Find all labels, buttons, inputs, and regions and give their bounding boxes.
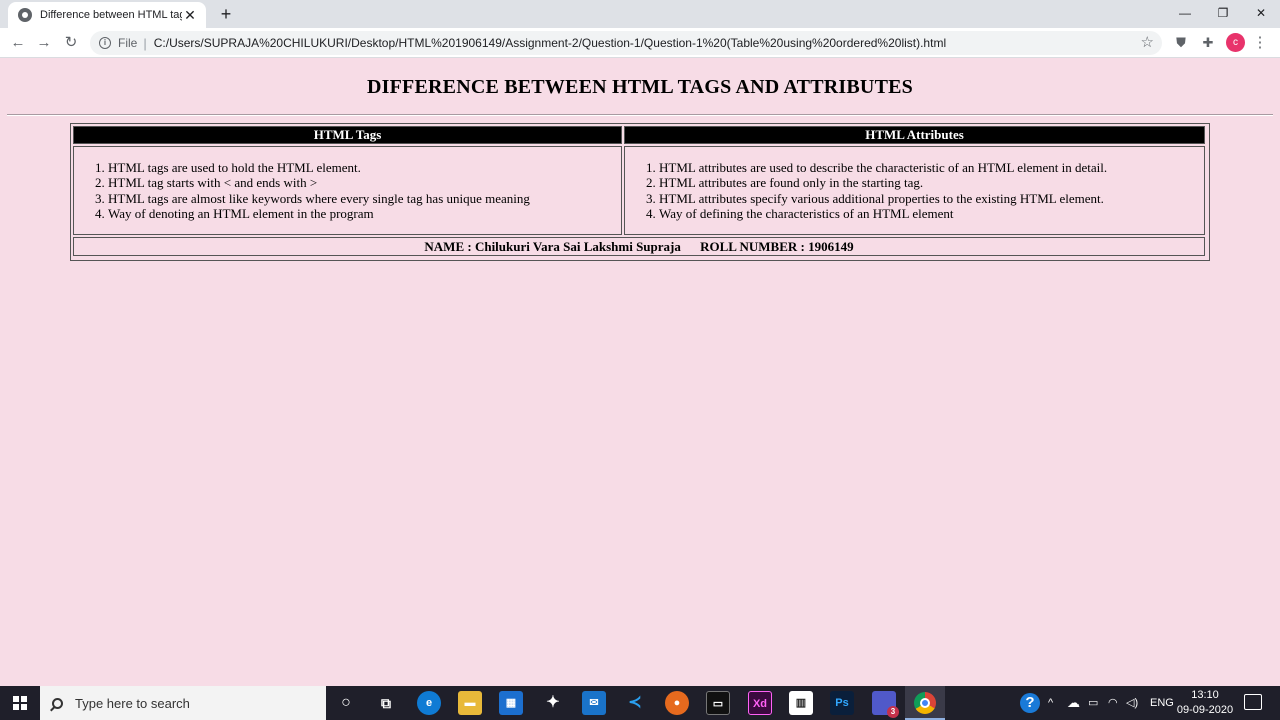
header-html-tags: HTML Tags bbox=[73, 126, 622, 144]
list-item: HTML attributes specify various addition… bbox=[659, 191, 1196, 206]
list-item: HTML tag starts with < and ends with > bbox=[108, 175, 613, 190]
chrome-taskbar-button[interactable] bbox=[905, 686, 945, 720]
file-explorer-icon[interactable]: ▬ bbox=[458, 691, 482, 715]
teams-icon[interactable]: 3 bbox=[872, 691, 899, 718]
mail-icon[interactable]: ✉ bbox=[582, 691, 606, 715]
windows-logo-icon bbox=[13, 696, 27, 710]
url-separator: | bbox=[143, 35, 147, 51]
file-label: File bbox=[118, 36, 138, 50]
page-title: DIFFERENCE BETWEEN HTML TAGS AND ATTRIBU… bbox=[367, 76, 913, 98]
help-icon[interactable]: ? bbox=[1020, 686, 1040, 720]
language-indicator[interactable]: ENG bbox=[1150, 686, 1174, 720]
back-arrow-icon[interactable]: ← bbox=[7, 32, 29, 54]
tab-close-icon[interactable]: ✕ bbox=[182, 7, 198, 23]
task-view-icon[interactable]: ⧉ bbox=[374, 691, 398, 715]
shield-extension-icon[interactable]: ⛊ bbox=[1172, 34, 1190, 52]
address-bar[interactable]: i File | C:/Users/SUPRAJA%20CHILUKURI/De… bbox=[90, 31, 1162, 55]
tags-ordered-list: HTML tags are used to hold the HTML elem… bbox=[82, 160, 613, 222]
clock-time: 13:10 bbox=[1191, 689, 1219, 701]
table-footer: NAME : Chilukuri Vara Sai Lakshmi Supraj… bbox=[73, 237, 1205, 256]
reload-icon[interactable]: ↻ bbox=[60, 32, 82, 54]
xd-icon[interactable]: Xd bbox=[748, 691, 772, 715]
list-item: HTML attributes are used to describe the… bbox=[659, 160, 1196, 175]
minimize-button[interactable]: ― bbox=[1166, 0, 1204, 28]
vscode-icon[interactable]: ≺ bbox=[623, 691, 647, 715]
taskbar-search[interactable]: Type here to search bbox=[40, 686, 326, 720]
kebab-menu-icon[interactable]: ⋮ bbox=[1252, 33, 1268, 53]
chevron-up-icon[interactable]: ^ bbox=[1048, 686, 1053, 720]
terminal-icon[interactable]: ▭ bbox=[706, 691, 730, 715]
student-name: NAME : Chilukuri Vara Sai Lakshmi Supraj… bbox=[424, 238, 681, 254]
tags-cell: HTML tags are used to hold the HTML elem… bbox=[73, 146, 622, 235]
chrome-icon bbox=[914, 692, 936, 714]
new-tab-button[interactable]: + bbox=[216, 4, 236, 24]
list-item: Way of defining the characteristics of a… bbox=[659, 206, 1196, 221]
comparison-table: HTML Tags HTML Attributes HTML tags are … bbox=[70, 123, 1210, 261]
browser-toolbar: ← → ↻ i File | C:/Users/SUPRAJA%20CHILUK… bbox=[0, 28, 1280, 58]
list-item: Way of denoting an HTML element in the p… bbox=[108, 206, 613, 221]
bookmark-star-icon[interactable]: ☆ bbox=[1141, 33, 1154, 51]
notification-icon[interactable] bbox=[1244, 694, 1262, 710]
horizontal-rule bbox=[7, 114, 1273, 116]
onedrive-icon[interactable]: ☁ bbox=[1067, 686, 1080, 720]
attributes-cell: HTML attributes are used to describe the… bbox=[624, 146, 1205, 235]
wifi-icon[interactable]: ◠ bbox=[1108, 686, 1118, 720]
start-button[interactable] bbox=[0, 686, 40, 720]
search-icon bbox=[52, 697, 63, 709]
cortana-icon[interactable]: ○ bbox=[334, 691, 358, 715]
forward-arrow-icon[interactable]: → bbox=[33, 32, 55, 54]
url-text[interactable]: C:/Users/SUPRAJA%20CHILUKURI/Desktop/HTM… bbox=[154, 36, 946, 50]
page-favicon-icon bbox=[18, 8, 32, 22]
dropbox-icon[interactable]: ✦ bbox=[541, 691, 565, 715]
clock-date: 09-09-2020 bbox=[1176, 704, 1234, 716]
store-icon[interactable]: ▦ bbox=[499, 691, 523, 715]
roll-number: ROLL NUMBER : 1906149 bbox=[700, 238, 854, 254]
taskbar: Type here to search ○ ⧉ e ▬ ▦ ✦ ✉ ≺ ● ▭ … bbox=[0, 686, 1280, 720]
restore-button[interactable]: ❐ bbox=[1204, 0, 1242, 28]
puzzle-extensions-icon[interactable]: ✚ bbox=[1199, 34, 1217, 52]
tab-title: Difference between HTML tags a bbox=[40, 9, 182, 21]
list-item: HTML attributes are found only in the st… bbox=[659, 175, 1196, 190]
list-item: HTML tags are almost like keywords where… bbox=[108, 191, 613, 206]
firefox-icon[interactable]: ● bbox=[665, 691, 689, 715]
attributes-ordered-list: HTML attributes are used to describe the… bbox=[633, 160, 1196, 222]
list-item: HTML tags are used to hold the HTML elem… bbox=[108, 160, 613, 175]
app-icon[interactable]: ▥ bbox=[789, 691, 813, 715]
photoshop-icon[interactable]: Ps bbox=[830, 691, 854, 715]
close-window-button[interactable]: ✕ bbox=[1242, 0, 1280, 28]
tab-strip: Difference between HTML tags a ✕ + ― ❐ ✕ bbox=[0, 0, 1280, 28]
page-content: DIFFERENCE BETWEEN HTML TAGS AND ATTRIBU… bbox=[0, 59, 1280, 686]
battery-icon[interactable]: ▭ bbox=[1088, 686, 1098, 720]
teams-badge: 3 bbox=[887, 706, 899, 718]
profile-avatar[interactable]: c bbox=[1226, 33, 1245, 52]
edge-icon[interactable]: e bbox=[417, 691, 441, 715]
volume-icon[interactable]: ◁) bbox=[1126, 686, 1138, 720]
clock[interactable]: 13:10 09-09-2020 bbox=[1172, 688, 1238, 718]
info-icon[interactable]: i bbox=[99, 37, 111, 49]
browser-tab[interactable]: Difference between HTML tags a ✕ bbox=[8, 2, 206, 28]
header-html-attributes: HTML Attributes bbox=[624, 126, 1205, 144]
search-placeholder: Type here to search bbox=[75, 695, 190, 711]
